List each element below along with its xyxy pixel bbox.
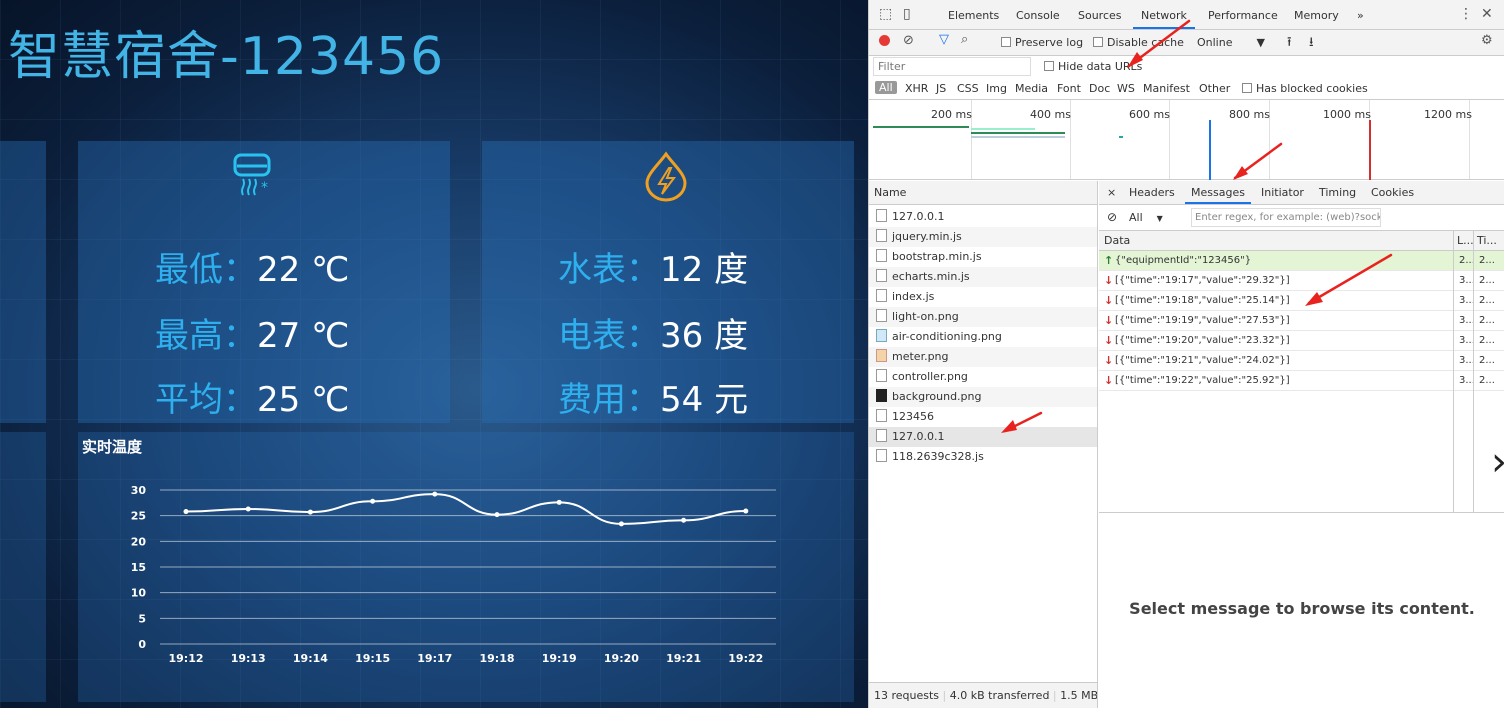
y-tick-label: 0 <box>138 638 146 651</box>
arrow-head <box>1127 52 1143 68</box>
data-point[interactable] <box>681 517 687 523</box>
data-point[interactable] <box>307 509 313 515</box>
x-tick-label: 19:17 <box>417 652 452 665</box>
y-tick-label: 20 <box>131 535 147 548</box>
devtools-panel: ⬚ ▯ Elements Console Sources Network Per… <box>868 0 1504 708</box>
data-point[interactable] <box>743 508 749 514</box>
x-tick-label: 19:15 <box>355 652 390 665</box>
temperature-line-chart: 0 5 10 15 20 25 30 19:12 19:13 19:14 19:15 19:17 19:… <box>131 484 776 665</box>
data-point[interactable] <box>494 512 500 518</box>
x-tick-label: 19:18 <box>479 652 514 665</box>
arrow-head <box>1305 292 1323 306</box>
x-tick-label: 19:13 <box>231 652 266 665</box>
temperature-series-line <box>185 493 746 525</box>
y-tick-label: 25 <box>131 510 146 523</box>
data-point[interactable] <box>556 499 562 505</box>
x-tick-label: 19:21 <box>666 652 701 665</box>
x-tick-label: 19:19 <box>542 652 577 665</box>
arrow-head <box>1001 420 1017 433</box>
annotation-arrows <box>1001 19 1393 433</box>
data-point[interactable] <box>245 506 251 512</box>
data-point[interactable] <box>183 509 189 515</box>
y-tick-label: 10 <box>131 587 147 600</box>
arrow-messages <box>1307 253 1393 305</box>
dashboard-panel: 智慧宿舍-123456 * 最低：22 ℃ 最高：27 ℃ 平均：25 ℃ 水表… <box>0 0 868 708</box>
data-point[interactable] <box>618 521 624 527</box>
x-tick-label: 19:12 <box>168 652 203 665</box>
y-tick-label: 30 <box>131 484 147 497</box>
x-tick-label: 19:22 <box>728 652 763 665</box>
x-tick-label: 19:14 <box>293 652 328 665</box>
y-tick-label: 5 <box>138 612 146 625</box>
data-point[interactable] <box>370 498 376 504</box>
data-point[interactable] <box>432 491 438 497</box>
y-tick-label: 15 <box>131 561 146 574</box>
arrow-head <box>1233 166 1248 180</box>
x-tick-label: 19:20 <box>604 652 639 665</box>
